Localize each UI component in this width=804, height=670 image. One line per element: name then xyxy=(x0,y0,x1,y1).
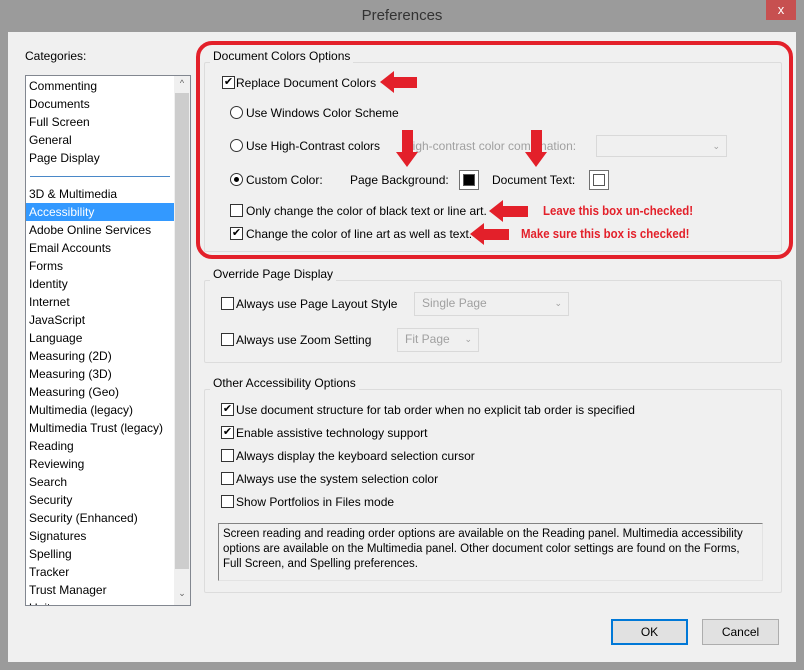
category-item[interactable]: Email Accounts xyxy=(26,239,174,257)
option-label: Use document structure for tab order whe… xyxy=(236,403,635,417)
category-item[interactable]: Measuring (3D) xyxy=(26,365,174,383)
arrow-down-icon xyxy=(396,130,418,167)
info-text: Screen reading and reading order options… xyxy=(218,523,763,581)
option-checkbox[interactable]: ✔ xyxy=(221,426,234,439)
category-item[interactable]: Multimedia (legacy) xyxy=(26,401,174,419)
categories-label: Categories: xyxy=(25,49,87,63)
option-label: Enable assistive technology support xyxy=(236,426,428,440)
option-checkbox[interactable] xyxy=(221,449,234,462)
category-item[interactable]: Documents xyxy=(26,95,174,113)
annotation-make-sure-checked: Make sure this box is checked! xyxy=(521,226,690,241)
category-item[interactable]: Measuring (2D) xyxy=(26,347,174,365)
list-scrollbar[interactable]: ^ ⌄ xyxy=(174,76,190,605)
close-button[interactable]: x xyxy=(766,0,796,20)
annotation-leave-unchecked: Leave this box un-checked! xyxy=(543,203,694,218)
category-item[interactable]: Reading xyxy=(26,437,174,455)
category-item[interactable]: JavaScript xyxy=(26,311,174,329)
category-item[interactable]: Full Screen xyxy=(26,113,174,131)
category-item[interactable]: Units xyxy=(26,599,174,605)
category-item[interactable]: Identity xyxy=(26,275,174,293)
category-item[interactable]: Security xyxy=(26,491,174,509)
page-layout-label: Always use Page Layout Style xyxy=(236,297,398,311)
categories-list[interactable]: Commenting Documents Full Screen General Pag… xyxy=(25,75,191,606)
category-item[interactable]: General xyxy=(26,131,174,149)
ok-button[interactable]: OK xyxy=(611,619,688,645)
arrow-left-icon xyxy=(489,200,528,222)
window-title: Preferences xyxy=(361,7,443,24)
zoom-setting-label: Always use Zoom Setting xyxy=(236,333,372,347)
arrow-down-icon xyxy=(525,130,547,167)
category-item[interactable]: Trust Manager xyxy=(26,581,174,599)
category-item[interactable]: Security (Enhanced) xyxy=(26,509,174,527)
category-item[interactable]: Language xyxy=(26,329,174,347)
category-item[interactable]: Reviewing xyxy=(26,455,174,473)
option-label: Always display the keyboard selection cu… xyxy=(236,449,475,463)
category-item[interactable]: Forms xyxy=(26,257,174,275)
other-legend: Other Accessibility Options xyxy=(210,376,359,390)
category-item[interactable]: Page Display xyxy=(26,149,174,167)
category-item[interactable]: Internet xyxy=(26,293,174,311)
page-layout-checkbox[interactable] xyxy=(221,297,234,310)
option-checkbox[interactable]: ✔ xyxy=(221,403,234,416)
chevron-down-icon: ⌄ xyxy=(464,334,472,344)
category-item[interactable]: Tracker xyxy=(26,563,174,581)
category-item[interactable]: Signatures xyxy=(26,527,174,545)
option-checkbox[interactable] xyxy=(221,495,234,508)
category-item[interactable]: Spelling xyxy=(26,545,174,563)
page-layout-dropdown[interactable]: Single Page ⌄ xyxy=(414,292,569,316)
category-item[interactable]: 3D & Multimedia xyxy=(26,185,174,203)
scroll-up-icon[interactable]: ^ xyxy=(174,78,190,88)
override-legend: Override Page Display xyxy=(210,267,337,281)
category-item[interactable]: Accessibility xyxy=(26,203,174,221)
category-item[interactable]: Measuring (Geo) xyxy=(26,383,174,401)
list-separator xyxy=(30,176,170,177)
scrollbar-thumb[interactable] xyxy=(175,93,189,569)
zoom-setting-dropdown[interactable]: Fit Page ⌄ xyxy=(397,328,479,352)
chevron-down-icon: ⌄ xyxy=(554,298,562,308)
option-label: Always use the system selection color xyxy=(236,472,439,486)
arrow-left-icon xyxy=(470,223,509,245)
option-checkbox[interactable] xyxy=(221,472,234,485)
scroll-down-icon[interactable]: ⌄ xyxy=(174,588,190,599)
category-item[interactable]: Multimedia Trust (legacy) xyxy=(26,419,174,437)
zoom-setting-checkbox[interactable] xyxy=(221,333,234,346)
option-label: Show Portfolios in Files mode xyxy=(236,495,395,509)
arrow-left-icon xyxy=(380,71,417,93)
category-item[interactable]: Search xyxy=(26,473,174,491)
page-layout-value: Single Page xyxy=(422,296,487,310)
category-item[interactable]: Adobe Online Services xyxy=(26,221,174,239)
category-item[interactable]: Commenting xyxy=(26,77,174,95)
zoom-setting-value: Fit Page xyxy=(405,332,450,346)
cancel-button[interactable]: Cancel xyxy=(702,619,779,645)
